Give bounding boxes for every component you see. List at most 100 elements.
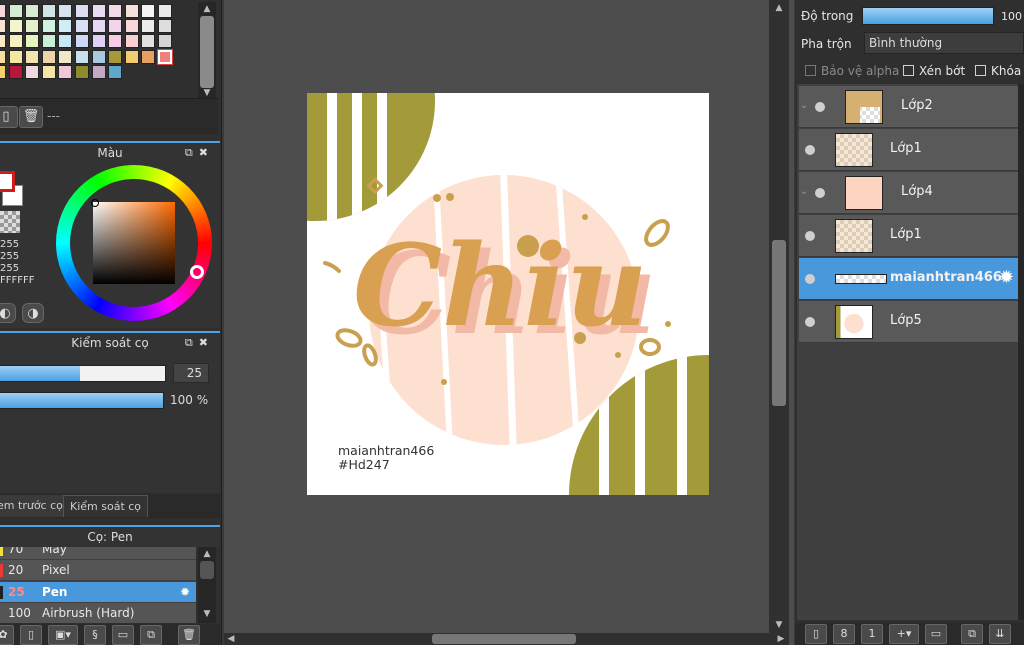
color-swatch[interactable]: [108, 49, 123, 64]
hue-cursor[interactable]: [190, 265, 204, 279]
layer-row[interactable]: Lớp5: [799, 301, 1018, 343]
canvas-vscroll-thumb[interactable]: [772, 240, 786, 406]
script-brush-icon[interactable]: §: [84, 625, 106, 645]
add-layer-menu-icon[interactable]: +▾: [889, 624, 919, 644]
color-swatch[interactable]: [0, 34, 6, 49]
checkbox-icon[interactable]: [805, 65, 816, 76]
eye-icon[interactable]: [805, 231, 815, 241]
eye-icon[interactable]: [815, 102, 825, 112]
color-swatch[interactable]: [108, 64, 123, 79]
saturation-value-square[interactable]: [93, 202, 175, 284]
color-swatch[interactable]: [75, 34, 89, 49]
color-swatch[interactable]: [75, 4, 89, 18]
popout-icon[interactable]: ⧉: [185, 146, 199, 159]
layer-list-scrollbar[interactable]: [1018, 84, 1024, 620]
eye-icon[interactable]: [815, 188, 825, 198]
color-swatch[interactable]: [8, 49, 23, 64]
color-swatch[interactable]: [141, 4, 156, 18]
color-swatch[interactable]: [0, 64, 6, 79]
hue-ring[interactable]: [56, 165, 212, 321]
color-swatch[interactable]: [91, 19, 106, 34]
color-swatch[interactable]: [124, 4, 139, 18]
color-swatch[interactable]: [141, 34, 156, 49]
color-swatch[interactable]: [25, 49, 40, 64]
color-swatch[interactable]: [0, 4, 6, 18]
new-8bit-layer-icon[interactable]: 8: [833, 624, 855, 644]
color-swatch[interactable]: [58, 64, 73, 79]
color-swatch[interactable]: [8, 19, 23, 34]
color-swatch[interactable]: [124, 19, 139, 34]
eye-icon[interactable]: [805, 145, 815, 155]
brush-size-input[interactable]: 25: [173, 363, 209, 383]
color-swatch[interactable]: [91, 64, 106, 79]
merge-layer-icon[interactable]: ⇊: [989, 624, 1011, 644]
layer-opacity-slider[interactable]: [862, 7, 994, 25]
color-swatch[interactable]: [25, 34, 40, 49]
layer-row[interactable]: Lớp1: [799, 129, 1018, 171]
color-swatch[interactable]: [157, 48, 173, 65]
color-swatch[interactable]: [8, 34, 23, 49]
close-icon[interactable]: ✖: [199, 146, 214, 159]
color-swatch[interactable]: [41, 34, 56, 49]
canvas-hscroll-thumb[interactable]: [432, 634, 576, 644]
color-swatch[interactable]: [141, 49, 156, 64]
eye-icon[interactable]: [805, 317, 815, 327]
foreground-color-swatch[interactable]: [0, 171, 15, 192]
brush-item[interactable]: 25 Pen ✹: [0, 581, 196, 603]
color-swatch[interactable]: [58, 4, 73, 18]
brush-item[interactable]: 70 Máy: [0, 547, 196, 560]
brush-size-slider[interactable]: [0, 365, 166, 382]
sv-cursor[interactable]: [91, 199, 99, 207]
eye-icon[interactable]: [805, 274, 815, 284]
layer-row[interactable]: Lớp1: [799, 215, 1018, 257]
palette-scroll-thumb[interactable]: [200, 16, 214, 88]
brush-opacity-slider[interactable]: [0, 392, 164, 409]
tab-brush-preview[interactable]: Xem trước cọ: [0, 495, 69, 517]
color-swatch[interactable]: [91, 34, 106, 49]
palette-icon[interactable]: ◐: [0, 303, 16, 323]
color-swatch[interactable]: [158, 19, 172, 34]
artwork-canvas[interactable]: Chiu Chiu maianhtran466 #Hd247: [307, 93, 709, 495]
layer-row[interactable]: ⌄ Lớp4: [799, 172, 1018, 214]
scroll-down-icon[interactable]: ▼: [200, 609, 214, 619]
color-swatch[interactable]: [75, 19, 89, 34]
color-swatch[interactable]: [91, 4, 106, 18]
gear-icon[interactable]: ✹: [999, 267, 1014, 288]
color-swatch[interactable]: [75, 64, 89, 79]
color-swatch[interactable]: [8, 4, 23, 18]
color-swatch[interactable]: [91, 49, 106, 64]
brush-settings-icon[interactable]: ✿: [0, 625, 14, 645]
color-swatch[interactable]: [158, 4, 172, 18]
duplicate-layer-icon[interactable]: ⧉: [961, 624, 983, 644]
layer-row[interactable]: maianhtran466 ✹: [799, 258, 1018, 300]
new-layer-icon[interactable]: ▯: [805, 624, 827, 644]
brush-list-scrollbar[interactable]: ▲ ▼: [198, 547, 216, 623]
lock-checkbox[interactable]: Khóa: [975, 64, 1021, 78]
color-swatch[interactable]: [108, 34, 123, 49]
brush-item[interactable]: 20 Pixel: [0, 560, 196, 582]
color-swatch[interactable]: [58, 49, 73, 64]
palette-scrollbar[interactable]: ▲ ▼: [198, 2, 216, 98]
scroll-up-icon[interactable]: ▲: [200, 549, 214, 559]
color-swatch[interactable]: [141, 19, 156, 34]
clipping-checkbox[interactable]: Xén bớt: [903, 64, 965, 78]
scroll-right-icon[interactable]: ▶: [774, 634, 788, 644]
brush-item[interactable]: 100 Airbrush (Hard): [0, 602, 196, 623]
color-swatch[interactable]: [58, 19, 73, 34]
folder-icon[interactable]: ▭: [112, 625, 134, 645]
color-swatch[interactable]: [124, 34, 139, 49]
canvas-vertical-scrollbar[interactable]: ▲ ▼: [769, 0, 789, 633]
color-swatch[interactable]: [0, 49, 6, 64]
scroll-up-icon[interactable]: ▲: [772, 3, 786, 13]
add-brush-menu-icon[interactable]: ▣▾: [48, 625, 78, 645]
trash-icon[interactable]: 🗑: [19, 106, 43, 128]
trash-icon[interactable]: 🗑: [178, 625, 200, 645]
gear-icon[interactable]: ✹: [180, 582, 190, 603]
blend-mode-select[interactable]: Bình thường: [864, 32, 1024, 54]
color-swatch[interactable]: [41, 49, 56, 64]
new-1bit-layer-icon[interactable]: 1: [861, 624, 883, 644]
scroll-up-icon[interactable]: ▲: [200, 4, 214, 14]
layer-folder-icon[interactable]: ▭: [925, 624, 947, 644]
color-swatch[interactable]: [25, 19, 40, 34]
color-swatch[interactable]: [25, 64, 40, 79]
